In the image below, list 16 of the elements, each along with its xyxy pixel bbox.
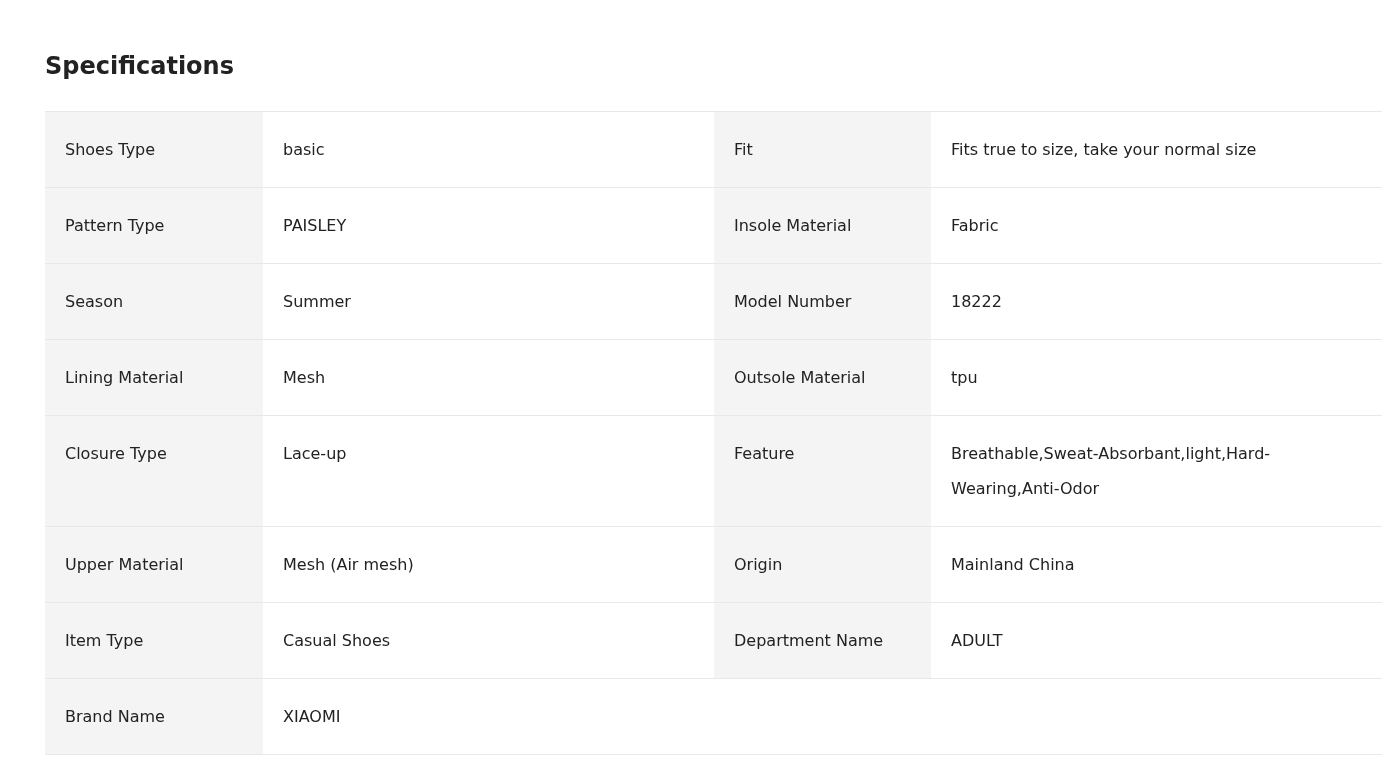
spec-label-cell: Lining Material (45, 340, 263, 416)
spec-label-cell: Season (45, 264, 263, 340)
spec-label-cell: Shoes Type (45, 112, 263, 188)
spec-label-cell: Insole Material (714, 188, 931, 264)
spec-label-cell: Item Type (45, 603, 263, 679)
spec-label-cell: Origin (714, 527, 931, 603)
spec-label-cell: Department Name (714, 603, 931, 679)
spec-label-cell: Feature (714, 416, 931, 527)
section-title: Specifications (45, 52, 234, 80)
spec-label-cell: Model Number (714, 264, 931, 340)
spec-label-cell: Fit (714, 112, 931, 188)
spec-label-cell: Upper Material (45, 527, 263, 603)
spec-label-cell: Outsole Material (714, 340, 931, 416)
spec-label-cell: Pattern Type (45, 188, 263, 264)
spec-label-cell: Brand Name (45, 679, 263, 755)
spec-label-cell: Closure Type (45, 416, 263, 527)
